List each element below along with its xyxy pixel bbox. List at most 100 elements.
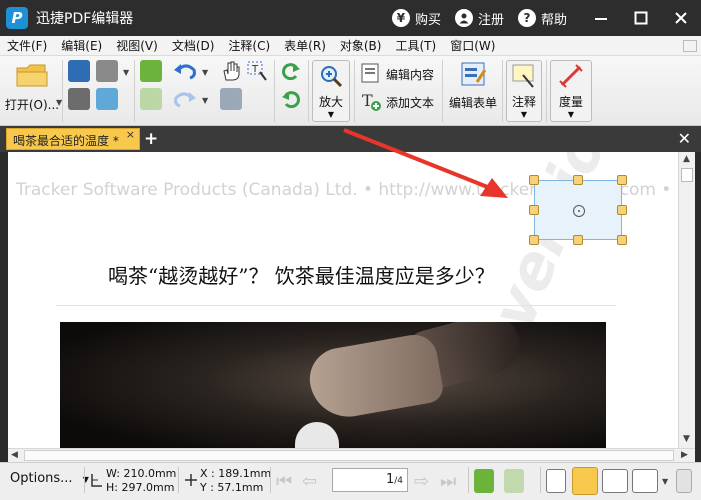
menu-bar: 文件(F) 编辑(E) 视图(V) 文档(D) 注释(C) 表单(R) 对象(B…: [0, 36, 701, 56]
resize-handle[interactable]: [573, 175, 583, 185]
menu-document[interactable]: 文档(D): [165, 37, 222, 54]
view-mode-dropdown-icon[interactable]: ▼: [662, 477, 668, 486]
forward-page-icon[interactable]: [140, 88, 162, 110]
annotate-button[interactable]: 注释 ▼: [506, 60, 542, 122]
redo-dropdown-icon[interactable]: ▼: [202, 96, 208, 105]
undo-icon[interactable]: [172, 60, 198, 82]
go-forward-icon[interactable]: [504, 469, 524, 493]
help-label: 帮助: [540, 12, 567, 28]
user-icon: [454, 9, 473, 27]
hscroll-thumb[interactable]: [24, 450, 674, 461]
menu-edit[interactable]: 编辑(E): [54, 37, 109, 54]
options-button[interactable]: Options... ▼: [10, 471, 89, 486]
page-number-input[interactable]: 1/4: [332, 468, 408, 492]
rotate-cw-icon[interactable]: [280, 60, 302, 82]
document-tab[interactable]: 喝茶最合适的温度 * ×: [6, 128, 140, 150]
options-label: Options...: [10, 471, 73, 486]
document-photo: [60, 322, 606, 448]
resize-handle[interactable]: [529, 205, 539, 215]
add-text-label: 添加文本: [386, 96, 435, 110]
buy-label: 购买: [414, 12, 441, 28]
height-value: 297.0mm: [121, 481, 175, 494]
measure-button[interactable]: 度量 ▼: [550, 60, 592, 122]
single-page-icon[interactable]: [546, 469, 566, 493]
back-page-icon[interactable]: [140, 60, 162, 82]
menu-tools[interactable]: 工具(T): [388, 37, 443, 54]
menu-file[interactable]: 文件(F): [0, 37, 54, 54]
buy-link[interactable]: ¥ 购买: [391, 9, 441, 28]
resize-handle[interactable]: [617, 235, 627, 245]
height-label: H:: [106, 481, 118, 494]
vertical-scrollbar[interactable]: ▲ ▼: [678, 152, 695, 448]
scroll-thumb[interactable]: [681, 168, 693, 182]
go-back-icon[interactable]: [474, 469, 494, 493]
redo-icon[interactable]: [172, 88, 198, 110]
close-pane-icon[interactable]: ✕: [678, 129, 691, 148]
edit-content-icon: [361, 63, 379, 83]
rotate-ccw-icon[interactable]: [280, 88, 302, 110]
resize-handle[interactable]: [529, 235, 539, 245]
print-icon[interactable]: [68, 88, 90, 110]
continuous-facing-icon[interactable]: [632, 469, 658, 493]
tab-close-icon[interactable]: ×: [126, 128, 135, 141]
scroll-left-icon[interactable]: ◀: [11, 450, 18, 460]
scroll-up-icon[interactable]: ▲: [683, 154, 690, 164]
menu-window[interactable]: 窗口(W): [443, 37, 502, 54]
zoom-in-button[interactable]: 放大 ▼: [312, 60, 350, 122]
snapshot-icon[interactable]: [220, 88, 242, 110]
ribbon-toolbar: 打开(O)... ▼ ▼ ▼ ▼ T 放大 ▼ 编辑内容 T 添加文本 编辑表单…: [0, 56, 701, 126]
horizontal-scrollbar[interactable]: ◀ ▶: [8, 448, 695, 462]
document-tab-title: 喝茶最合适的温度 *: [13, 134, 119, 148]
resize-handle[interactable]: [573, 235, 583, 245]
help-link[interactable]: ? 帮助: [517, 9, 567, 28]
open-button[interactable]: 打开(O)...: [4, 60, 60, 113]
add-text-button[interactable]: T 添加文本: [360, 90, 434, 112]
email-icon[interactable]: [96, 88, 118, 110]
menu-forms[interactable]: 表单(R): [277, 37, 333, 54]
zoom-label: 放大: [318, 95, 343, 109]
undo-dropdown-icon[interactable]: ▼: [202, 68, 208, 77]
first-page-icon[interactable]: ⏮: [276, 471, 292, 492]
ribbon-collapse-icon[interactable]: [683, 39, 697, 52]
scanner-dropdown-icon[interactable]: ▼: [123, 68, 129, 77]
save-icon[interactable]: [68, 60, 90, 82]
svg-text:T: T: [251, 64, 259, 75]
page-current: 1: [385, 472, 395, 487]
edit-form-button[interactable]: 编辑表单: [446, 60, 500, 111]
open-label: 打开(O)...: [4, 98, 60, 112]
folder-icon: [16, 64, 48, 87]
menu-view[interactable]: 视图(V): [109, 37, 165, 54]
x-label: X :: [200, 467, 215, 480]
menu-comments[interactable]: 注释(C): [221, 37, 277, 54]
scanner-icon[interactable]: [96, 60, 118, 82]
annotate-dropdown-icon: ▼: [520, 110, 528, 119]
status-more-icon[interactable]: [676, 469, 692, 493]
help-icon: ?: [517, 9, 536, 27]
selected-object-box[interactable]: [529, 175, 627, 245]
hand-tool-icon[interactable]: [220, 60, 242, 82]
new-tab-icon[interactable]: +: [144, 130, 158, 148]
edit-content-button[interactable]: 编辑内容: [360, 62, 434, 84]
maximize-button[interactable]: [621, 0, 661, 36]
register-link[interactable]: 注册: [454, 9, 504, 28]
resize-handle[interactable]: [529, 175, 539, 185]
menu-objects[interactable]: 对象(B): [333, 37, 389, 54]
resize-handle[interactable]: [617, 205, 627, 215]
scroll-down-icon[interactable]: ▼: [683, 434, 690, 444]
minimize-button[interactable]: [581, 0, 621, 36]
close-window-button[interactable]: [661, 0, 701, 36]
resize-handle[interactable]: [617, 175, 627, 185]
zoom-dropdown-icon: ▼: [327, 110, 335, 119]
x-value: 189.1mm: [218, 467, 272, 480]
last-page-icon[interactable]: ⏭: [440, 471, 456, 492]
select-text-icon[interactable]: T: [246, 60, 268, 82]
rotation-center-icon[interactable]: [573, 205, 585, 217]
next-page-icon[interactable]: ⇨: [414, 471, 429, 492]
red-arrow-annotation: [343, 128, 508, 198]
prev-page-icon[interactable]: ⇦: [302, 471, 317, 492]
width-value: 210.0mm: [123, 467, 177, 480]
scroll-right-icon[interactable]: ▶: [681, 450, 688, 460]
annotate-icon: [512, 64, 534, 88]
continuous-page-icon[interactable]: [572, 467, 598, 495]
facing-page-icon[interactable]: [602, 469, 628, 493]
